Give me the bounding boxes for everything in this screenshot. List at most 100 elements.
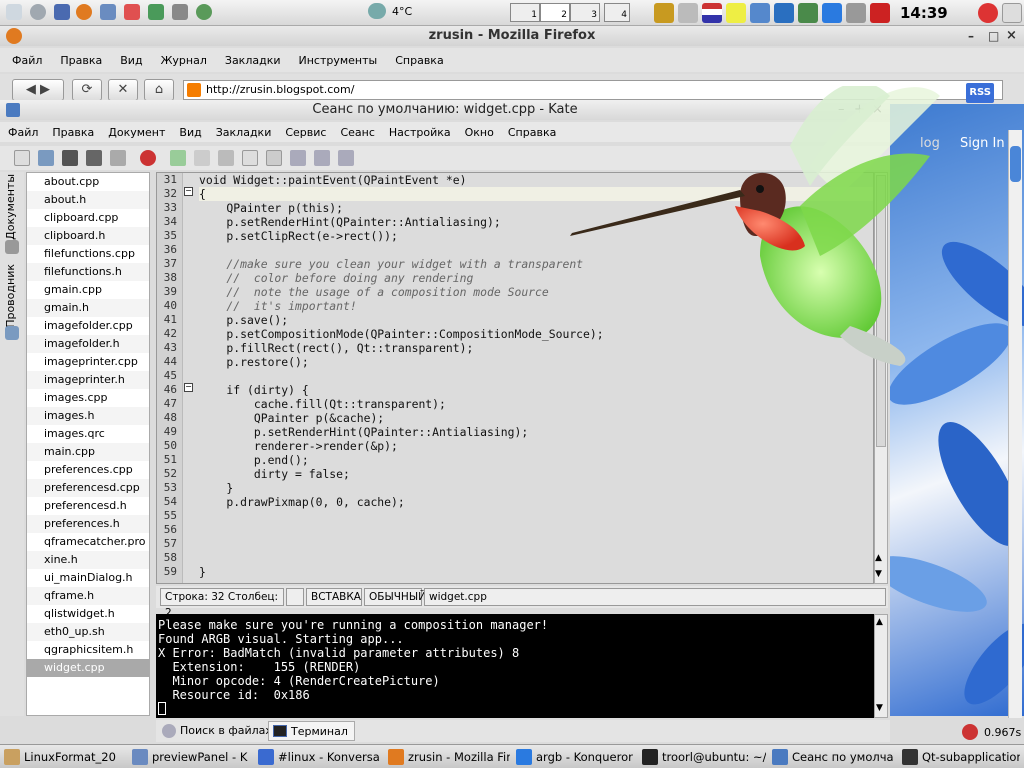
kate-menu-view[interactable]: Вид bbox=[179, 126, 201, 139]
file-item[interactable]: preferences.cpp bbox=[27, 461, 149, 479]
insert-mode[interactable]: ВСТАВКА bbox=[306, 588, 362, 606]
new-file-icon[interactable] bbox=[14, 150, 30, 166]
code-line[interactable] bbox=[199, 551, 873, 565]
terminal-scroll-up-icon[interactable]: ▲ bbox=[876, 617, 883, 627]
find-next-icon[interactable] bbox=[314, 150, 330, 166]
file-item[interactable]: about.h bbox=[27, 191, 149, 209]
tray-app-icon[interactable] bbox=[654, 3, 674, 23]
file-item[interactable]: images.h bbox=[27, 407, 149, 425]
file-item[interactable]: filefunctions.cpp bbox=[27, 245, 149, 263]
file-item[interactable]: images.cpp bbox=[27, 389, 149, 407]
code-line[interactable]: dirty = false; bbox=[199, 467, 873, 481]
ff-menu-tools[interactable]: Инструменты bbox=[299, 54, 378, 67]
tab-documents[interactable]: Документы bbox=[4, 174, 17, 240]
code-line[interactable]: p.end(); bbox=[199, 453, 873, 467]
maximize-icon[interactable]: □ bbox=[988, 26, 999, 46]
save-icon[interactable] bbox=[62, 150, 78, 166]
file-item[interactable]: preferences.h bbox=[27, 515, 149, 533]
file-item[interactable]: imageprinter.cpp bbox=[27, 353, 149, 371]
scroll-down-icon[interactable]: ▼ bbox=[875, 569, 882, 579]
terminal-scroll-down-icon[interactable]: ▼ bbox=[876, 703, 883, 713]
file-item[interactable]: eth0_up.sh bbox=[27, 623, 149, 641]
firefox-scrollbar[interactable] bbox=[1008, 130, 1022, 718]
kate-menu-document[interactable]: Документ bbox=[108, 126, 165, 139]
email-icon[interactable] bbox=[124, 4, 140, 20]
code-line[interactable]: cache.fill(Qt::transparent); bbox=[199, 397, 873, 411]
kate-menu-edit[interactable]: Правка bbox=[52, 126, 94, 139]
lock-screen-icon[interactable] bbox=[1002, 3, 1022, 23]
file-item[interactable]: gmain.h bbox=[27, 299, 149, 317]
cut-icon[interactable] bbox=[218, 150, 234, 166]
file-item[interactable]: clipboard.cpp bbox=[27, 209, 149, 227]
file-item[interactable]: ui_mainDialog.h bbox=[27, 569, 149, 587]
code-line[interactable]: p.setRenderHint(QPainter::Antialiasing); bbox=[199, 425, 873, 439]
taskbar-item[interactable]: LinuxFormat_20 bbox=[2, 748, 124, 766]
code-line[interactable]: p.drawPixmap(0, 0, cache); bbox=[199, 495, 873, 509]
file-item[interactable]: imagefolder.h bbox=[27, 335, 149, 353]
file-item[interactable]: imagefolder.cpp bbox=[27, 317, 149, 335]
print-icon[interactable] bbox=[86, 150, 102, 166]
kate-menu-tools[interactable]: Сервис bbox=[285, 126, 326, 139]
open-file-icon[interactable] bbox=[38, 150, 54, 166]
sign-in-link[interactable]: Sign In bbox=[960, 136, 1005, 151]
file-item[interactable]: preferencesd.cpp bbox=[27, 479, 149, 497]
file-item[interactable]: clipboard.h bbox=[27, 227, 149, 245]
back-forward-button[interactable]: ◀ ▶ bbox=[12, 79, 64, 101]
ff-menu-view[interactable]: Вид bbox=[120, 54, 142, 67]
calc-icon[interactable] bbox=[148, 4, 164, 20]
kde-icon[interactable] bbox=[774, 3, 794, 23]
firefox-launcher-icon[interactable] bbox=[76, 4, 92, 20]
print-preview-icon[interactable] bbox=[110, 150, 126, 166]
weather-widget[interactable]: 4°C bbox=[368, 3, 412, 19]
taskbar-item[interactable]: argb - Konqueror bbox=[514, 748, 636, 766]
kate-menu-window[interactable]: Окно bbox=[465, 126, 494, 139]
tab-terminal[interactable]: Терминал bbox=[268, 721, 355, 741]
ff-menu-bookmarks[interactable]: Закладки bbox=[225, 54, 281, 67]
tab-filesystem-browser[interactable]: Проводник bbox=[4, 264, 17, 328]
paste-icon[interactable] bbox=[266, 150, 282, 166]
code-line[interactable]: if (dirty) { bbox=[199, 383, 873, 397]
scrollbar-thumb[interactable] bbox=[1010, 146, 1021, 182]
taskbar-item[interactable]: previewPanel - K bbox=[130, 748, 252, 766]
kate-menu-file[interactable]: Файл bbox=[8, 126, 38, 139]
file-item[interactable]: preferencesd.h bbox=[27, 497, 149, 515]
selection-mode[interactable]: ОБЫЧНЫЙ bbox=[364, 588, 426, 606]
clipboard-icon[interactable] bbox=[750, 3, 770, 23]
notes-icon[interactable] bbox=[726, 3, 746, 23]
desktop-icon[interactable] bbox=[54, 4, 70, 20]
search-tray-icon[interactable] bbox=[846, 3, 866, 23]
ff-menu-edit[interactable]: Правка bbox=[60, 54, 102, 67]
home-button[interactable]: ⌂ bbox=[144, 79, 174, 101]
download-icon[interactable] bbox=[822, 3, 842, 23]
ff-menu-file[interactable]: Файл bbox=[12, 54, 42, 67]
ruby-icon[interactable] bbox=[870, 3, 890, 23]
keyboard-layout-icon[interactable] bbox=[702, 3, 722, 23]
code-line[interactable] bbox=[199, 523, 873, 537]
close-document-icon[interactable] bbox=[140, 150, 156, 166]
file-item[interactable]: about.cpp bbox=[27, 173, 149, 191]
kate-menu-bookmarks[interactable]: Закладки bbox=[216, 126, 272, 139]
code-line[interactable]: } bbox=[199, 481, 873, 495]
terminal-scrollbar[interactable]: ▲ ▼ bbox=[874, 614, 888, 718]
pager-desktop-2[interactable]: 2 bbox=[540, 3, 570, 22]
file-item[interactable]: qframe.h bbox=[27, 587, 149, 605]
redo-icon[interactable] bbox=[194, 150, 210, 166]
pager-desktop-4[interactable]: 4 bbox=[604, 3, 630, 22]
ff-menu-help[interactable]: Справка bbox=[395, 54, 443, 67]
stop-button[interactable]: ✕ bbox=[108, 79, 138, 101]
file-item[interactable]: xine.h bbox=[27, 551, 149, 569]
code-line[interactable]: renderer->render(&p); bbox=[199, 439, 873, 453]
pager-desktop-3[interactable]: 3 bbox=[570, 3, 600, 22]
filesystem-tab-icon[interactable] bbox=[5, 326, 19, 340]
fold-marker-icon[interactable]: − bbox=[184, 187, 193, 196]
file-item[interactable]: qframecatcher.pro bbox=[27, 533, 149, 551]
ff-menu-history[interactable]: Журнал bbox=[161, 54, 207, 67]
file-item[interactable]: main.cpp bbox=[27, 443, 149, 461]
settings-icon[interactable] bbox=[196, 4, 212, 20]
fold-marker-icon[interactable]: − bbox=[184, 383, 193, 392]
documents-tab-icon[interactable] bbox=[5, 240, 19, 254]
network-tray-icon[interactable] bbox=[798, 3, 818, 23]
code-line[interactable]: } bbox=[199, 565, 873, 579]
tools-icon[interactable] bbox=[172, 4, 188, 20]
system-icon[interactable] bbox=[6, 4, 22, 20]
